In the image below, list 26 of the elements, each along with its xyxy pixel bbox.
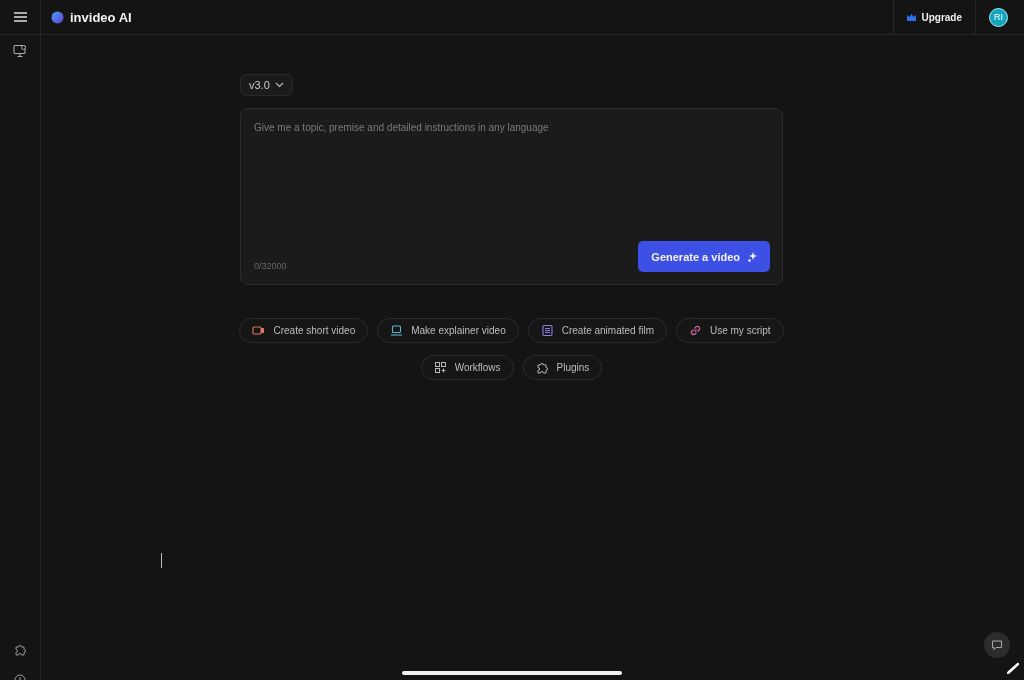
chat-bubble-icon <box>991 639 1003 651</box>
prompt-field[interactable]: Give me a topic, premise and detailed instructions in any language 0/32000 Generate a video <box>240 108 783 285</box>
logo-icon <box>51 10 64 24</box>
chat-button[interactable] <box>984 632 1010 658</box>
suggestion-chip[interactable]: Workflows <box>420 355 514 380</box>
pen-stroke-icon <box>1007 662 1019 674</box>
text-cursor <box>161 553 162 568</box>
upgrade-button[interactable]: Upgrade <box>893 0 976 34</box>
chevron-down-icon <box>274 82 284 88</box>
character-counter: 0/32000 <box>254 261 287 271</box>
grid-icon <box>433 361 447 374</box>
brand-name: invideo AI <box>70 9 132 25</box>
sparkle-icon <box>748 251 757 262</box>
suggestion-chip[interactable]: Make explainer video <box>377 318 519 343</box>
suggestion-chip[interactable]: Create short video <box>239 318 369 343</box>
puzzle-icon <box>535 361 549 374</box>
generate-video-button[interactable]: Generate a video <box>638 241 770 272</box>
menu-icon <box>13 12 27 22</box>
version-dropdown[interactable]: v3.0 <box>240 74 293 96</box>
suggestion-chip[interactable]: Plugins <box>522 355 603 380</box>
crown-icon <box>907 13 917 21</box>
clock-icon[interactable] <box>14 674 26 680</box>
suggestion-chip[interactable]: Create animated film <box>527 318 667 343</box>
presentation-icon[interactable] <box>13 44 27 58</box>
suggestion-chip[interactable]: Use my script <box>675 318 784 343</box>
puzzle-icon[interactable] <box>13 643 27 656</box>
